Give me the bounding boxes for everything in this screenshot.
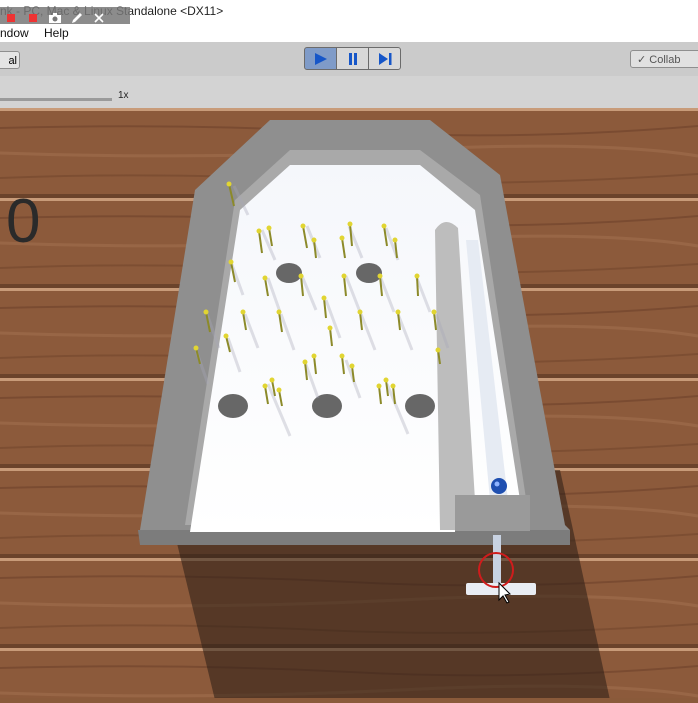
- menu-window[interactable]: ndow: [0, 26, 29, 40]
- close-icon[interactable]: [92, 11, 106, 25]
- lane-end: [455, 495, 530, 531]
- scale-label: 1x: [118, 90, 129, 101]
- play-icon: [314, 52, 327, 65]
- scale-slider[interactable]: [0, 98, 112, 101]
- pen-icon[interactable]: [70, 11, 84, 25]
- camera-icon[interactable]: [48, 11, 62, 25]
- cloud-check-icon: ✓: [637, 54, 647, 66]
- pause-button[interactable]: [336, 47, 369, 70]
- record-icon[interactable]: [4, 11, 18, 25]
- game-view-bar: 1x: [0, 76, 698, 109]
- play-controls: [304, 47, 401, 70]
- menu-help[interactable]: Help: [44, 26, 69, 40]
- stop-icon[interactable]: [26, 11, 40, 25]
- game-view[interactable]: 0: [0, 108, 698, 700]
- step-button[interactable]: [368, 47, 401, 70]
- layout-button[interactable]: al: [0, 51, 20, 69]
- collab-label: Collab: [649, 54, 681, 66]
- score-display: 0: [6, 187, 41, 256]
- collab-button[interactable]: ✓ Collab: [630, 50, 698, 68]
- step-icon: [378, 52, 391, 65]
- game-scene: [0, 108, 698, 700]
- play-button[interactable]: [304, 47, 337, 70]
- menu-bar: ndow Help: [0, 24, 698, 42]
- pause-icon: [348, 52, 357, 65]
- ball: [491, 478, 507, 494]
